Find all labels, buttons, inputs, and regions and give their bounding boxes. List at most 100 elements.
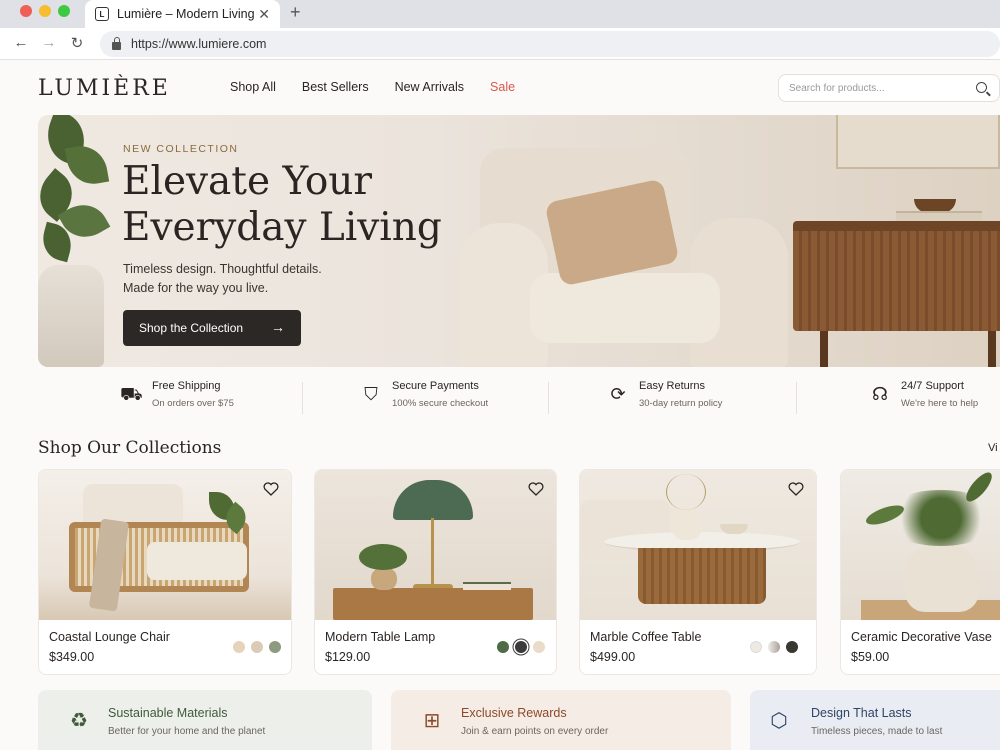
color-swatch[interactable] bbox=[233, 641, 245, 653]
product-name[interactable]: Ceramic Decorative Vase bbox=[851, 630, 992, 644]
feature-subtitle: We're here to help bbox=[901, 398, 979, 409]
view-all-link[interactable]: Vi bbox=[988, 442, 998, 454]
arrow-right-icon: → bbox=[271, 319, 285, 335]
product-name[interactable]: Modern Table Lamp bbox=[325, 630, 435, 644]
books bbox=[463, 582, 511, 590]
product-card[interactable]: Coastal Lounge Chair $349.00 bbox=[38, 469, 292, 675]
reload-icon[interactable]: ↻ bbox=[67, 34, 87, 52]
site-logo[interactable]: LUMIÈRE bbox=[38, 76, 171, 101]
maximize-window-button[interactable] bbox=[58, 5, 70, 17]
plant-pot bbox=[38, 265, 104, 367]
feature-title: Secure Payments bbox=[392, 380, 479, 392]
feature-title: 24/7 Support bbox=[901, 380, 964, 392]
browser-tab-strip: L Lumière – Modern Living ✕ + bbox=[0, 0, 1000, 28]
back-icon[interactable]: ← bbox=[11, 34, 31, 51]
browser-toolbar: ← → ↻ https://www.lumiere.com bbox=[0, 28, 1000, 60]
heart-icon[interactable] bbox=[528, 482, 544, 496]
product-card[interactable]: Marble Coffee Table $499.00 bbox=[579, 469, 817, 675]
close-window-button[interactable] bbox=[20, 5, 32, 17]
lamp-stem bbox=[431, 518, 434, 586]
nav-shop-all[interactable]: Shop All bbox=[230, 80, 276, 94]
search-placeholder: Search for products... bbox=[789, 82, 885, 94]
armchair-image bbox=[460, 148, 790, 367]
chair-seat bbox=[530, 273, 720, 343]
plant-leaf bbox=[64, 142, 110, 188]
hero-subtitle-line: Timeless design. Thoughtful details. bbox=[123, 262, 322, 276]
color-swatches bbox=[233, 641, 281, 653]
plant-leaf bbox=[359, 544, 407, 570]
hero-banner: NEW COLLECTION Elevate Your Everyday Liv… bbox=[38, 115, 1000, 367]
color-swatch[interactable] bbox=[515, 641, 527, 653]
recycle-icon: ♻ bbox=[70, 710, 88, 732]
vase bbox=[905, 542, 979, 612]
color-swatch[interactable] bbox=[533, 641, 545, 653]
sideboard-leg bbox=[988, 331, 996, 367]
benefit-design[interactable]: ⬡ Design That Lasts Timeless pieces, mad… bbox=[750, 690, 1000, 750]
divider bbox=[548, 382, 549, 414]
product-price: $129.00 bbox=[325, 650, 371, 664]
benefit-title: Design That Lasts bbox=[811, 706, 912, 720]
divider bbox=[302, 382, 303, 414]
wall-frame bbox=[836, 115, 1000, 169]
benefit-title: Sustainable Materials bbox=[108, 706, 228, 720]
minimize-window-button[interactable] bbox=[39, 5, 51, 17]
lock-icon bbox=[112, 36, 121, 50]
heart-icon[interactable] bbox=[788, 482, 804, 496]
feature-strip: ⛟ Free Shipping On orders over $75 ⛉ Sec… bbox=[0, 372, 1000, 432]
branches bbox=[666, 474, 706, 510]
url-text: https://www.lumiere.com bbox=[131, 37, 267, 51]
color-swatch[interactable] bbox=[251, 641, 263, 653]
new-tab-icon[interactable]: + bbox=[290, 2, 301, 23]
tab-title: Lumière – Modern Living bbox=[117, 7, 255, 21]
plant-leaf bbox=[881, 490, 1000, 546]
search-input[interactable]: Search for products... bbox=[778, 74, 1000, 102]
color-swatch[interactable] bbox=[497, 641, 509, 653]
heart-icon[interactable] bbox=[263, 482, 279, 496]
product-name[interactable]: Coastal Lounge Chair bbox=[49, 630, 170, 644]
color-swatch[interactable] bbox=[786, 641, 798, 653]
chair-seat bbox=[147, 542, 247, 580]
hero-title: Elevate Your Everyday Living bbox=[122, 159, 482, 251]
color-swatch[interactable] bbox=[768, 641, 780, 653]
search-icon[interactable] bbox=[976, 82, 987, 93]
table-base bbox=[638, 548, 766, 604]
lamp-shade bbox=[393, 480, 473, 520]
hero-eyebrow: NEW COLLECTION bbox=[123, 143, 239, 155]
product-name[interactable]: Marble Coffee Table bbox=[590, 630, 701, 644]
forward-icon[interactable]: → bbox=[39, 34, 59, 51]
benefit-title: Exclusive Rewards bbox=[461, 706, 567, 720]
shield-check-icon: ⛉ bbox=[364, 384, 378, 404]
hero-title-line: Elevate Your bbox=[122, 159, 373, 204]
product-price: $59.00 bbox=[851, 650, 890, 664]
product-card[interactable]: Ceramic Decorative Vase $59.00 bbox=[840, 469, 1000, 675]
window-controls bbox=[20, 5, 70, 17]
color-swatches bbox=[750, 641, 798, 653]
benefit-rewards[interactable]: ⊞ Exclusive Rewards Join & earn points o… bbox=[391, 690, 731, 750]
nav-best-sellers[interactable]: Best Sellers bbox=[302, 80, 369, 94]
nav-sale[interactable]: Sale bbox=[490, 80, 515, 94]
vase bbox=[672, 508, 702, 540]
product-price: $349.00 bbox=[49, 650, 95, 664]
shop-collection-button[interactable]: Shop the Collection → bbox=[123, 310, 301, 346]
color-swatch[interactable] bbox=[750, 641, 762, 653]
color-swatches bbox=[497, 641, 545, 653]
product-image bbox=[841, 470, 1000, 620]
plant-pot bbox=[371, 568, 397, 590]
browser-tab[interactable]: L Lumière – Modern Living ✕ bbox=[85, 0, 280, 28]
divider bbox=[796, 382, 797, 414]
books bbox=[896, 211, 982, 221]
benefit-sustainable[interactable]: ♻ Sustainable Materials Better for your … bbox=[38, 690, 372, 750]
close-tab-icon[interactable]: ✕ bbox=[258, 6, 270, 23]
address-bar[interactable]: https://www.lumiere.com bbox=[100, 31, 1000, 57]
box-icon: ⬡ bbox=[770, 710, 788, 732]
benefit-subtitle: Join & earn points on every order bbox=[461, 726, 609, 737]
side-table bbox=[333, 588, 533, 620]
nav-new-arrivals[interactable]: New Arrivals bbox=[395, 80, 464, 94]
benefit-subtitle: Timeless pieces, made to last bbox=[811, 726, 943, 737]
main-nav: Shop All Best Sellers New Arrivals Sale bbox=[230, 80, 515, 94]
color-swatch[interactable] bbox=[269, 641, 281, 653]
product-card[interactable]: Modern Table Lamp $129.00 bbox=[314, 469, 557, 675]
hero-title-line: Everyday Living bbox=[122, 205, 442, 250]
section-title: Shop Our Collections bbox=[38, 438, 222, 458]
product-image bbox=[315, 470, 556, 620]
